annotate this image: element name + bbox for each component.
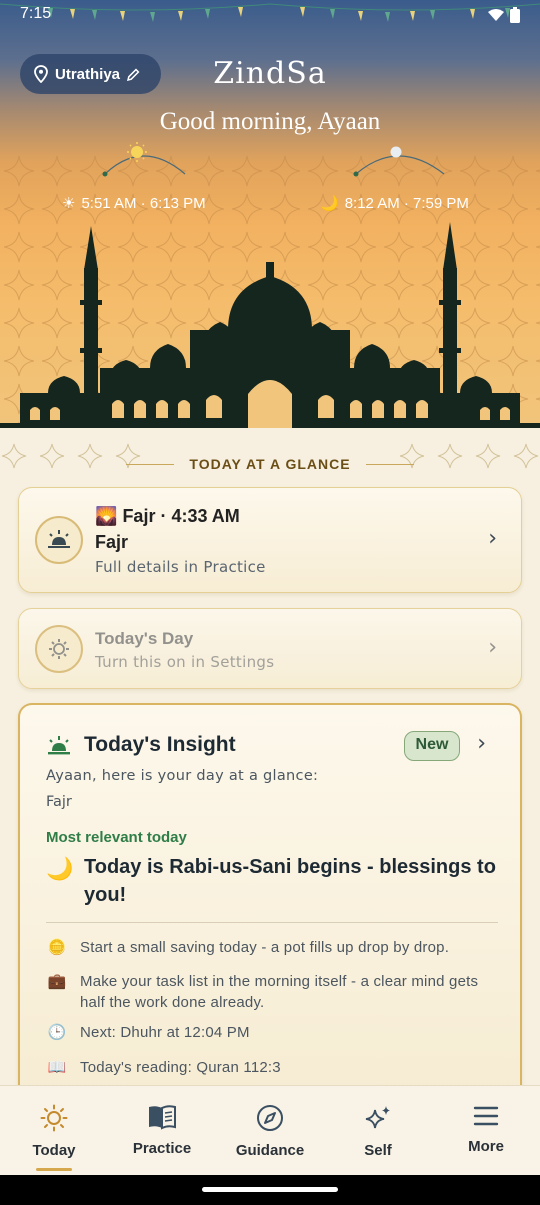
fajr-subtitle: Full details in Practice: [95, 558, 266, 576]
glance-divider-right: [366, 464, 414, 465]
sun-small-icon: ☀: [62, 195, 76, 212]
sunrise-icon: [35, 516, 83, 564]
chevron-right-icon: ›: [488, 635, 497, 660]
nav-item-practice[interactable]: Practice: [108, 1086, 216, 1175]
tip-item: 🕒 Next: Dhuhr at 12:04 PM: [47, 1024, 250, 1041]
sun-arc-icon: [102, 142, 186, 177]
hero-header: 7:15 Utrathiya ZindSa Good morning, Ayaa…: [0, 0, 540, 428]
home-gesture-handle[interactable]: [202, 1187, 338, 1192]
mosque-silhouette-illustration: [0, 222, 540, 428]
battery-icon: [510, 7, 520, 23]
nav-label: Self: [364, 1142, 392, 1159]
insight-prayer: Fajr: [46, 794, 72, 810]
todays-day-card[interactable]: Today's Day Turn this on in Settings ›: [18, 608, 522, 689]
tip-item: 💼 Make your task list in the morning its…: [47, 973, 479, 1011]
fajr-heading: 🌄 Fajr · 4:33 AM: [95, 506, 240, 526]
briefcase-icon: 💼: [47, 973, 67, 990]
gear-sun-icon: [35, 625, 83, 673]
bottom-navigation: Today Practice Guidance Self More: [0, 1085, 540, 1175]
crescent-moon-icon: 🌙: [320, 195, 339, 212]
tip-item: 📖 Today's reading: Quran 112:3: [47, 1059, 281, 1076]
crescent-moon-icon: 🌙: [46, 857, 74, 882]
nav-label: Guidance: [235, 1142, 305, 1159]
clock-icon: 🕒: [47, 1024, 67, 1041]
most-relevant-label: Most relevant today: [46, 829, 187, 846]
open-book-icon: 📖: [47, 1059, 67, 1076]
menu-icon: [473, 1106, 499, 1126]
nav-label: Today: [32, 1142, 76, 1159]
todays-insight-card[interactable]: Today's Insight New › Ayaan, here is you…: [18, 703, 522, 1103]
sun-icon: [40, 1104, 68, 1132]
wifi-icon: [488, 9, 504, 21]
active-indicator: [36, 1168, 72, 1171]
compass-icon: [257, 1105, 283, 1131]
sunrise-emoji-icon: 🌄: [95, 506, 118, 526]
tip-item: 🪙 Start a small saving today - a pot fil…: [47, 939, 450, 956]
nav-item-guidance[interactable]: Guidance: [216, 1086, 324, 1175]
book-icon: [149, 1105, 176, 1130]
chevron-right-icon: ›: [488, 526, 497, 551]
chevron-right-icon[interactable]: ›: [477, 731, 486, 756]
todays-day-subtitle: Turn this on in Settings: [95, 653, 275, 671]
nav-item-today[interactable]: Today: [0, 1086, 108, 1175]
section-title-today-at-a-glance: TODAY AT A GLANCE: [189, 456, 351, 472]
insight-title: Today's Insight: [84, 733, 236, 756]
new-badge: New: [404, 731, 460, 761]
nav-label: More: [468, 1138, 504, 1155]
sun-times: ☀ 5:51 AM · 6:13 PM: [62, 194, 206, 213]
moon-times: 🌙 8:12 AM · 7:59 PM: [320, 194, 469, 213]
sunrise-icon: [48, 736, 70, 755]
fajr-name: Fajr: [95, 532, 129, 552]
fajr-prayer-card[interactable]: 🌄 Fajr · 4:33 AM Fajr Full details in Pr…: [18, 487, 522, 593]
coin-icon: 🪙: [47, 939, 67, 956]
nav-item-more[interactable]: More: [432, 1086, 540, 1175]
status-time: 7:15: [20, 5, 52, 22]
insight-divider: [46, 922, 498, 923]
todays-day-title: Today's Day: [95, 629, 194, 648]
insight-greeting: Ayaan, here is your day at a glance:: [46, 768, 319, 784]
nav-item-self[interactable]: Self: [324, 1086, 432, 1175]
nav-label: Practice: [132, 1140, 192, 1157]
greeting-text: Good morning, Ayaan: [159, 108, 381, 135]
system-navigation-bar: [0, 1175, 540, 1205]
insight-headline: Today is Rabi-us-Sani begins - blessings…: [84, 856, 496, 906]
sparkles-icon: [365, 1106, 390, 1129]
app-title: ZindSa: [213, 56, 327, 91]
moon-arc-icon: [353, 146, 445, 177]
status-bar: 7:15: [0, 0, 540, 32]
